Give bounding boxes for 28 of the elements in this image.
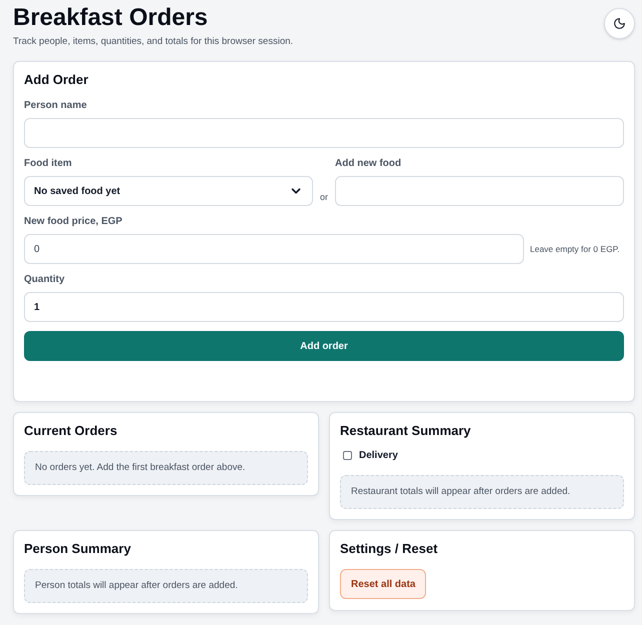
page-title: Breakfast Orders	[13, 3, 209, 33]
food-select[interactable]: No saved food yet	[24, 176, 313, 206]
card-title: Person Summary	[24, 541, 132, 557]
field-label: Quantity	[24, 274, 66, 286]
moon-icon	[613, 17, 626, 30]
delivery-checkbox[interactable]	[343, 451, 352, 460]
text-input[interactable]: 0	[24, 234, 524, 264]
theme-toggle-button[interactable]	[604, 8, 635, 39]
card-title: Settings / Reset	[340, 541, 439, 557]
empty-message: Person totals will appear after orders are added.	[24, 569, 308, 603]
reset-button[interactable]: Reset all data	[340, 569, 426, 599]
field-label: Add new food	[335, 158, 402, 170]
page-subtitle: Track people, items, quantities, and totals for this browser session.	[13, 36, 294, 48]
text-input[interactable]	[335, 176, 624, 206]
card-title: Add Order	[24, 72, 90, 88]
card-title: Current Orders	[24, 423, 118, 439]
checkbox-label: Delivery	[359, 449, 398, 463]
or-separator: or	[318, 190, 329, 204]
text-input[interactable]	[24, 118, 624, 148]
card-title: Restaurant Summary	[340, 423, 472, 439]
field-label: New food price, EGP	[24, 216, 124, 228]
field-hint: Leave empty for 0 EGP.	[530, 242, 620, 256]
text-input[interactable]: 1	[24, 292, 624, 322]
empty-message: No orders yet. Add the first breakfast order above.	[24, 451, 308, 485]
add-order-button[interactable]: Add order	[24, 331, 624, 361]
empty-message: Restaurant totals will appear after orders are added.	[340, 475, 624, 509]
field-label: Person name	[24, 100, 88, 112]
field-label: Food item	[24, 158, 73, 170]
